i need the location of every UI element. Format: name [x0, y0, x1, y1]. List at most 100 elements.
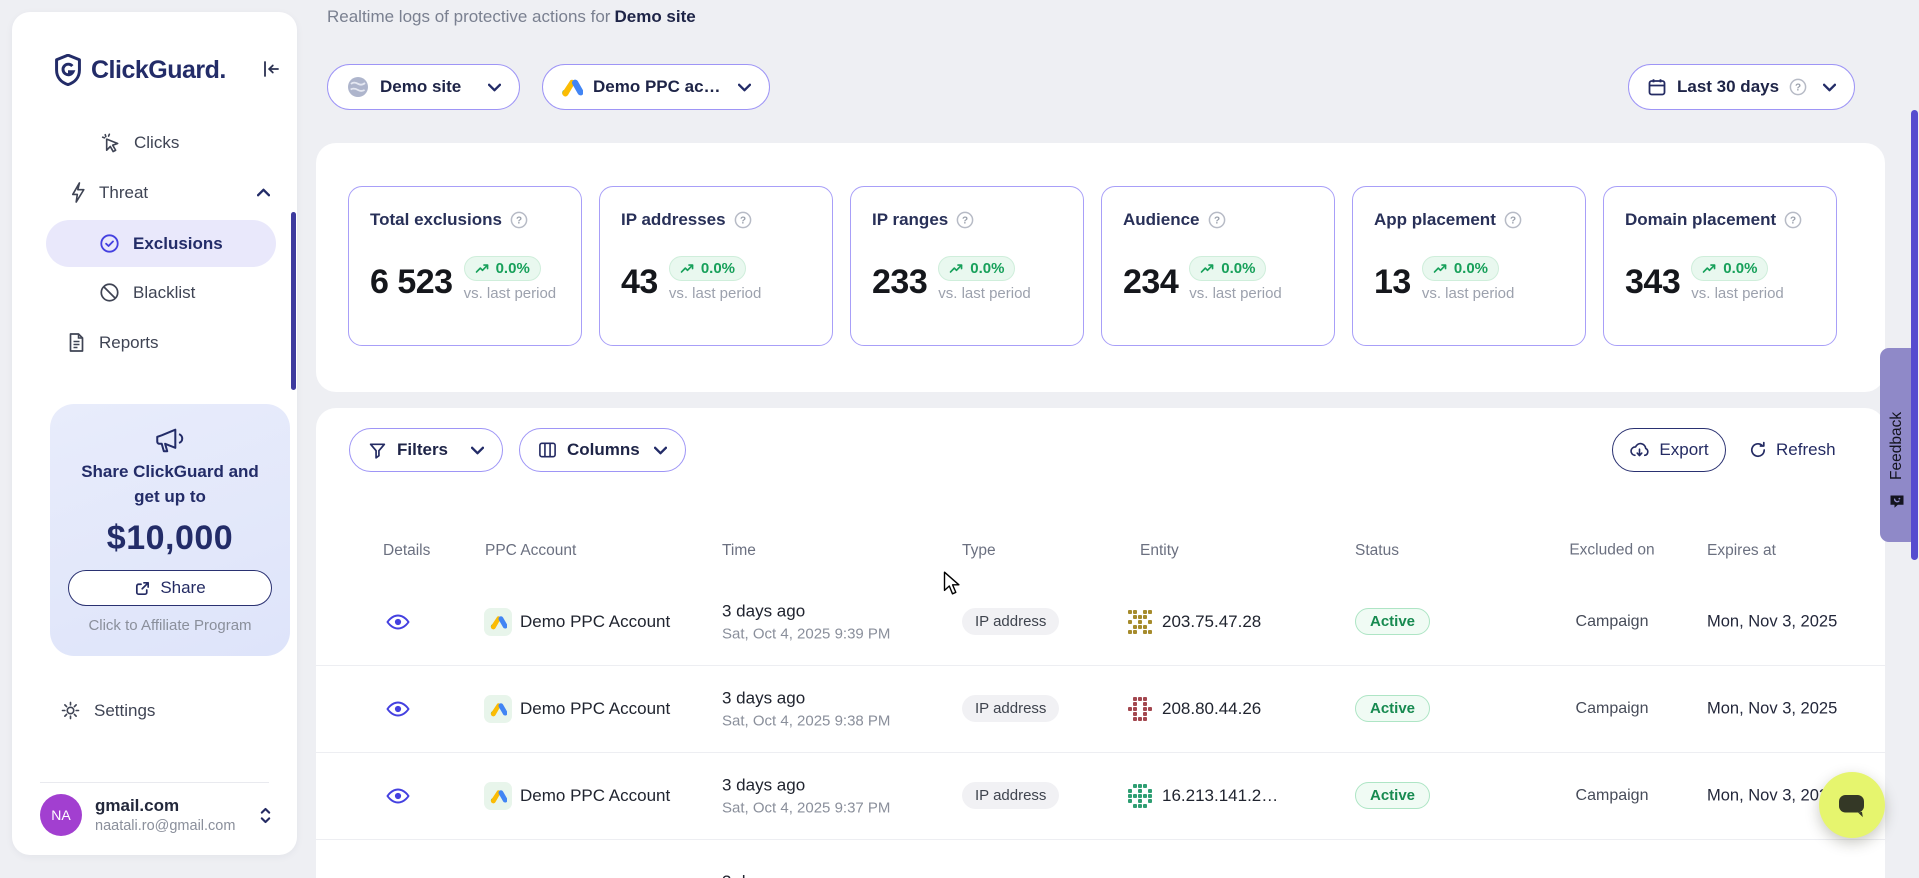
- stat-value: 13: [1374, 263, 1411, 302]
- chat-launcher-button[interactable]: [1819, 772, 1885, 838]
- export-button[interactable]: Export: [1612, 428, 1726, 472]
- stats-row: Total exclusions? 6 523 0.0% vs. last pe…: [348, 186, 1837, 346]
- columns-button[interactable]: Columns: [519, 428, 686, 472]
- type-badge: IP address: [962, 695, 1059, 722]
- user-email: naatali.ro@gmail.com: [95, 818, 235, 834]
- sidebar-item-threat[interactable]: Threat: [70, 182, 270, 203]
- stat-card-app-placement: App placement? 13 0.0% vs. last period: [1352, 186, 1586, 346]
- stat-value: 233: [872, 263, 927, 302]
- refresh-button[interactable]: Refresh: [1749, 428, 1836, 472]
- google-ads-icon: [484, 608, 512, 636]
- sidebar-item-blacklist[interactable]: Blacklist: [99, 282, 195, 303]
- refresh-button-label: Refresh: [1776, 440, 1836, 460]
- column-header-time: Time: [722, 542, 756, 560]
- lightning-icon: [70, 182, 86, 203]
- time-cell: 3 days ago Sat, Oct 4, 2025 9:37 PM: [722, 776, 890, 817]
- status-cell: Active: [1355, 613, 1430, 631]
- brand[interactable]: ClickGuard.: [54, 54, 226, 86]
- status-badge: Active: [1355, 695, 1430, 722]
- date-range-value: Last 30 days: [1677, 77, 1779, 97]
- chevron-down-icon: [738, 83, 751, 92]
- svg-text:?: ?: [516, 216, 522, 227]
- filters-button[interactable]: Filters: [349, 428, 503, 472]
- exclusions-table-panel: Filters Columns Export Refresh Details P…: [316, 408, 1885, 878]
- time-cell: 3 days ago: [722, 872, 805, 878]
- help-icon[interactable]: ?: [1208, 211, 1226, 229]
- stat-delta-badge: 0.0%: [669, 256, 746, 281]
- status-cell: Active: [1355, 700, 1430, 718]
- google-ads-icon: [561, 77, 583, 97]
- page-subtitle: Realtime logs of protective actions forD…: [327, 7, 696, 27]
- view-details-eye-icon[interactable]: [386, 614, 410, 631]
- table-row[interactable]: Demo PPC Account 3 days ago Sat, Oct 4, …: [316, 579, 1885, 666]
- stat-label: App placement: [1374, 210, 1496, 230]
- sidebar-item-exclusions[interactable]: Exclusions: [46, 220, 276, 267]
- ppc-account-cell: Demo PPC Account: [520, 699, 670, 719]
- column-header-details: Details: [383, 542, 430, 560]
- entity-cell: 208.80.44.26: [1162, 699, 1261, 719]
- help-icon[interactable]: ?: [734, 211, 752, 229]
- type-cell: IP address: [962, 613, 1059, 631]
- google-ads-icon: [484, 782, 512, 810]
- stat-caption: vs. last period: [669, 285, 762, 302]
- column-header-ppc-account: PPC Account: [485, 542, 576, 560]
- funnel-icon: [368, 441, 387, 460]
- column-header-excluded-on: Excluded on: [1562, 541, 1662, 562]
- chevron-down-icon: [654, 446, 667, 455]
- type-badge: IP address: [962, 782, 1059, 809]
- help-icon[interactable]: ?: [510, 211, 528, 229]
- gear-icon: [60, 700, 81, 721]
- page-scrollbar-thumb[interactable]: [1911, 110, 1918, 560]
- expires-at-cell: Mon, Nov 3, 2025: [1707, 787, 1837, 806]
- stat-caption: vs. last period: [1691, 285, 1784, 302]
- excluded-on-cell: Campaign: [1562, 613, 1662, 631]
- account-switcher[interactable]: NA gmail.com naatali.ro@gmail.com: [40, 794, 272, 836]
- view-details-eye-icon[interactable]: [386, 788, 410, 805]
- avatar: NA: [40, 794, 82, 836]
- badge-check-icon: [99, 233, 120, 254]
- stat-caption: vs. last period: [464, 285, 557, 302]
- affiliate-heading: Share ClickGuard and get up to: [50, 460, 290, 509]
- table-row-partial[interactable]: 3 days ago: [316, 840, 1885, 878]
- sidebar-item-settings[interactable]: Settings: [60, 700, 155, 721]
- table-row[interactable]: Demo PPC Account 3 days ago Sat, Oct 4, …: [316, 753, 1885, 840]
- entity-cell: 16.213.141.2…: [1162, 786, 1278, 806]
- stat-card-ip-addresses: IP addresses? 43 0.0% vs. last period: [599, 186, 833, 346]
- view-details-eye-icon[interactable]: [386, 701, 410, 718]
- help-icon[interactable]: ?: [1789, 78, 1807, 96]
- affiliate-card[interactable]: Share ClickGuard and get up to $10,000 S…: [50, 404, 290, 656]
- stats-panel: Total exclusions? 6 523 0.0% vs. last pe…: [316, 143, 1885, 392]
- stat-card-total-exclusions: Total exclusions? 6 523 0.0% vs. last pe…: [348, 186, 582, 346]
- entity-identicon: [1128, 784, 1152, 808]
- site-selector-dropdown[interactable]: Demo site: [327, 64, 520, 110]
- stat-label: Audience: [1123, 210, 1200, 230]
- sidebar-item-label: Exclusions: [133, 234, 223, 254]
- stat-delta-badge: 0.0%: [1189, 256, 1266, 281]
- affiliate-amount: $10,000: [50, 519, 290, 558]
- type-badge: IP address: [962, 608, 1059, 635]
- ppc-account-selector-dropdown[interactable]: Demo PPC ac…: [542, 64, 770, 110]
- stat-value: 343: [1625, 263, 1680, 302]
- table-row[interactable]: Demo PPC Account 3 days ago Sat, Oct 4, …: [316, 666, 1885, 753]
- type-cell: IP address: [962, 700, 1059, 718]
- trend-up-icon: [1433, 263, 1448, 274]
- sidebar-item-clicks[interactable]: Clicks: [100, 132, 179, 153]
- sidebar-scrollbar[interactable]: [291, 212, 296, 390]
- time-cell: 3 days ago Sat, Oct 4, 2025 9:39 PM: [722, 602, 890, 643]
- feedback-tab[interactable]: Feedback: [1880, 348, 1914, 542]
- trend-up-icon: [1200, 263, 1215, 274]
- status-badge: Active: [1355, 608, 1430, 635]
- refresh-icon: [1749, 441, 1767, 459]
- help-icon[interactable]: ?: [1504, 211, 1522, 229]
- help-icon[interactable]: ?: [956, 211, 974, 229]
- help-icon[interactable]: ?: [1784, 211, 1802, 229]
- affiliate-hint[interactable]: Click to Affiliate Program: [50, 617, 290, 634]
- sidebar-collapse-icon[interactable]: [261, 60, 281, 78]
- entity-identicon: [1128, 610, 1152, 634]
- trend-up-icon: [680, 263, 695, 274]
- external-link-icon: [134, 580, 151, 597]
- share-button[interactable]: Share: [68, 570, 272, 606]
- date-range-dropdown[interactable]: Last 30 days ?: [1628, 64, 1855, 110]
- calendar-icon: [1647, 77, 1667, 97]
- sidebar-item-reports[interactable]: Reports: [67, 332, 159, 353]
